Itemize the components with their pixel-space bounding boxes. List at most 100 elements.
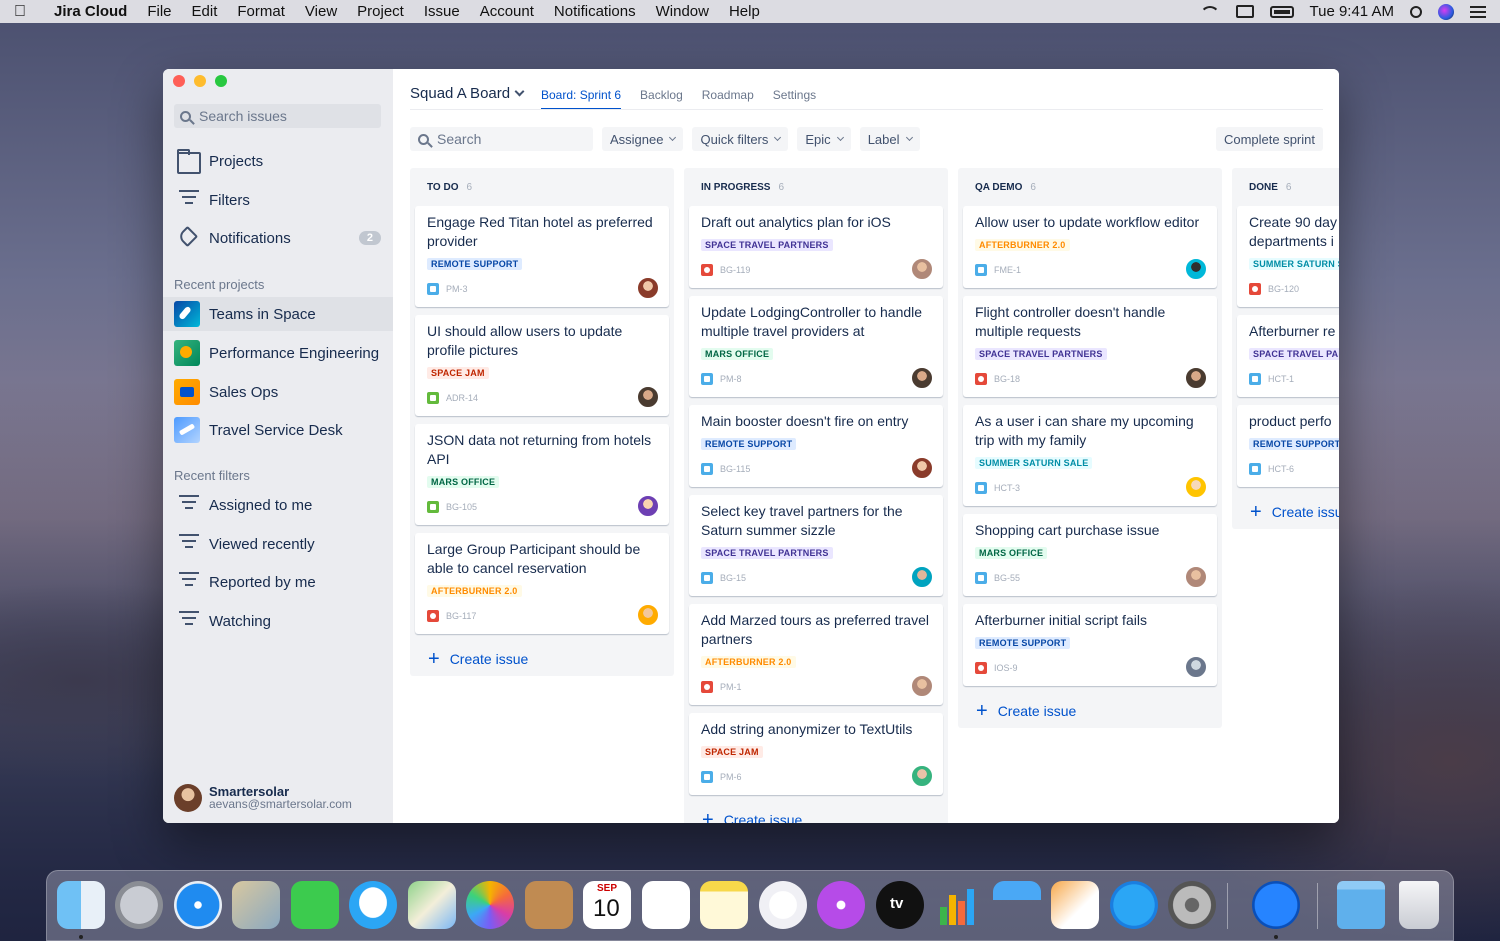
sidebar-project-performance-engineering[interactable]: Performance Engineering [163,336,393,370]
tab-backlog[interactable]: Backlog [640,88,683,110]
issue-card[interactable]: Main booster doesn't fire on entry REMOT… [689,405,943,487]
sidebar-filter-watching[interactable]: Watching [163,603,393,639]
menu-edit[interactable]: Edit [192,3,218,20]
avatar[interactable] [911,566,933,588]
create-issue-button[interactable]: + Create issue [1232,495,1339,529]
podcasts-icon[interactable] [817,881,865,929]
issue-card[interactable]: Afterburner initial script fails REMOTE … [963,604,1217,686]
siri-icon[interactable] [1438,3,1454,20]
assignee-filter-dropdown[interactable]: Assignee [602,127,684,151]
sidebar-search-input[interactable]: Search issues [174,104,381,128]
issue-card[interactable]: JSON data not returning from hotels API … [415,424,669,525]
trash-icon[interactable] [1399,881,1439,929]
menu-project[interactable]: Project [357,3,404,20]
board-search-input[interactable]: Search [410,127,593,151]
menu-app-name[interactable]: Jira Cloud [54,3,127,20]
sidebar-filter-viewed-recently[interactable]: Viewed recently [163,526,393,562]
issue-card[interactable]: Large Group Participant should be able t… [415,533,669,634]
issue-card[interactable]: Select key travel partners for the Satur… [689,495,943,596]
complete-sprint-button[interactable]: Complete sprint [1215,127,1323,151]
safari-icon[interactable] [174,881,222,929]
music-icon[interactable] [759,881,807,929]
avatar[interactable] [637,495,659,517]
facetime-icon[interactable] [291,881,339,929]
menu-issue[interactable]: Issue [424,3,460,20]
maximize-window-button[interactable] [215,75,227,87]
avatar[interactable] [911,367,933,389]
tab-settings[interactable]: Settings [773,88,816,110]
avatar[interactable] [637,604,659,626]
avatar[interactable] [911,675,933,697]
issue-card[interactable]: Afterburner re SPACE TRAVEL PAR HCT-1 [1237,315,1339,397]
issue-card[interactable]: Flight controller doesn't handle multipl… [963,296,1217,397]
battery-icon[interactable] [1269,5,1294,18]
jira-icon[interactable] [1252,881,1300,929]
minimize-window-button[interactable] [194,75,206,87]
avatar[interactable] [911,258,933,280]
sidebar-project-teams-in-space[interactable]: Teams in Space [163,297,393,331]
user-profile[interactable]: Smartersolar aevans@smartersolar.com [174,784,352,812]
sidebar-item-filters[interactable]: Filters [163,182,393,218]
notification-center-icon[interactable] [1470,5,1486,18]
board-switcher[interactable]: Squad A Board [410,85,543,102]
contacts-icon[interactable] [525,881,573,929]
sidebar-project-sales-ops[interactable]: Sales Ops [163,375,393,409]
photos-icon[interactable] [466,881,514,929]
menu-file[interactable]: File [147,3,171,20]
sidebar-item-notifications[interactable]: Notifications 2 [163,220,393,256]
avatar[interactable] [1185,476,1207,498]
maps-icon[interactable] [408,881,456,929]
issue-card[interactable]: Draft out analytics plan for iOS SPACE T… [689,206,943,288]
issue-card[interactable]: As a user i can share my upcoming trip w… [963,405,1217,506]
avatar[interactable] [637,277,659,299]
app-store-icon[interactable] [1110,881,1158,929]
avatar[interactable] [911,457,933,479]
tab-roadmap[interactable]: Roadmap [702,88,754,110]
tv-icon[interactable]: tv [876,881,924,929]
menu-account[interactable]: Account [480,3,534,20]
calendar-icon[interactable]: SEP 10 [583,881,631,929]
system-preferences-icon[interactable] [1168,881,1216,929]
apple-menu-icon[interactable]:  [14,3,32,21]
issue-card[interactable]: UI should allow users to update profile … [415,315,669,416]
airplay-icon[interactable] [1235,5,1254,18]
launchpad-icon[interactable] [115,881,163,929]
issue-card[interactable]: Engage Red Titan hotel as preferred prov… [415,206,669,307]
wifi-icon[interactable] [1199,5,1220,18]
finder-icon[interactable] [57,881,105,929]
create-issue-button[interactable]: + Create issue [410,642,674,676]
issue-card[interactable]: Shopping cart purchase issue MARS OFFICE… [963,514,1217,596]
avatar[interactable] [1185,656,1207,678]
notes-icon[interactable] [700,881,748,929]
tab-board-sprint[interactable]: Board: Sprint 6 [541,88,622,110]
issue-card[interactable]: Add Marzed tours as preferred travel par… [689,604,943,705]
messages-icon[interactable] [349,881,397,929]
create-issue-button[interactable]: + Create issue [684,803,948,823]
menu-notifications[interactable]: Notifications [554,3,636,20]
issue-card[interactable]: Create 90 day departments i SUMMER SATUR… [1237,206,1339,307]
epic-filter-dropdown[interactable]: Epic [797,127,851,151]
menu-view[interactable]: View [305,3,337,20]
issue-card[interactable]: Add string anonymizer to TextUtils SPACE… [689,713,943,795]
avatar[interactable] [1185,367,1207,389]
avatar[interactable] [1185,566,1207,588]
menu-format[interactable]: Format [237,3,285,20]
avatar[interactable] [1185,258,1207,280]
mail-icon[interactable] [232,881,280,929]
reminders-icon[interactable] [642,881,690,929]
quick-filters-dropdown[interactable]: Quick filters [692,127,789,151]
avatar[interactable] [911,765,933,787]
pages-icon[interactable] [1051,881,1099,929]
downloads-folder-icon[interactable] [1337,881,1385,929]
sidebar-item-projects[interactable]: Projects [163,143,393,179]
sidebar-project-travel-service-desk[interactable]: Travel Service Desk [163,413,393,447]
sidebar-filter-assigned-to-me[interactable]: Assigned to me [163,487,393,523]
menu-window[interactable]: Window [656,3,709,20]
close-window-button[interactable] [173,75,185,87]
numbers-icon[interactable] [934,881,982,929]
keynote-icon[interactable] [993,881,1041,929]
issue-card[interactable]: product perfo REMOTE SUPPORT HCT-6 [1237,405,1339,487]
issue-card[interactable]: Allow user to update workflow editor AFT… [963,206,1217,288]
create-issue-button[interactable]: + Create issue [958,694,1222,728]
issue-card[interactable]: Update LodgingController to handle multi… [689,296,943,397]
